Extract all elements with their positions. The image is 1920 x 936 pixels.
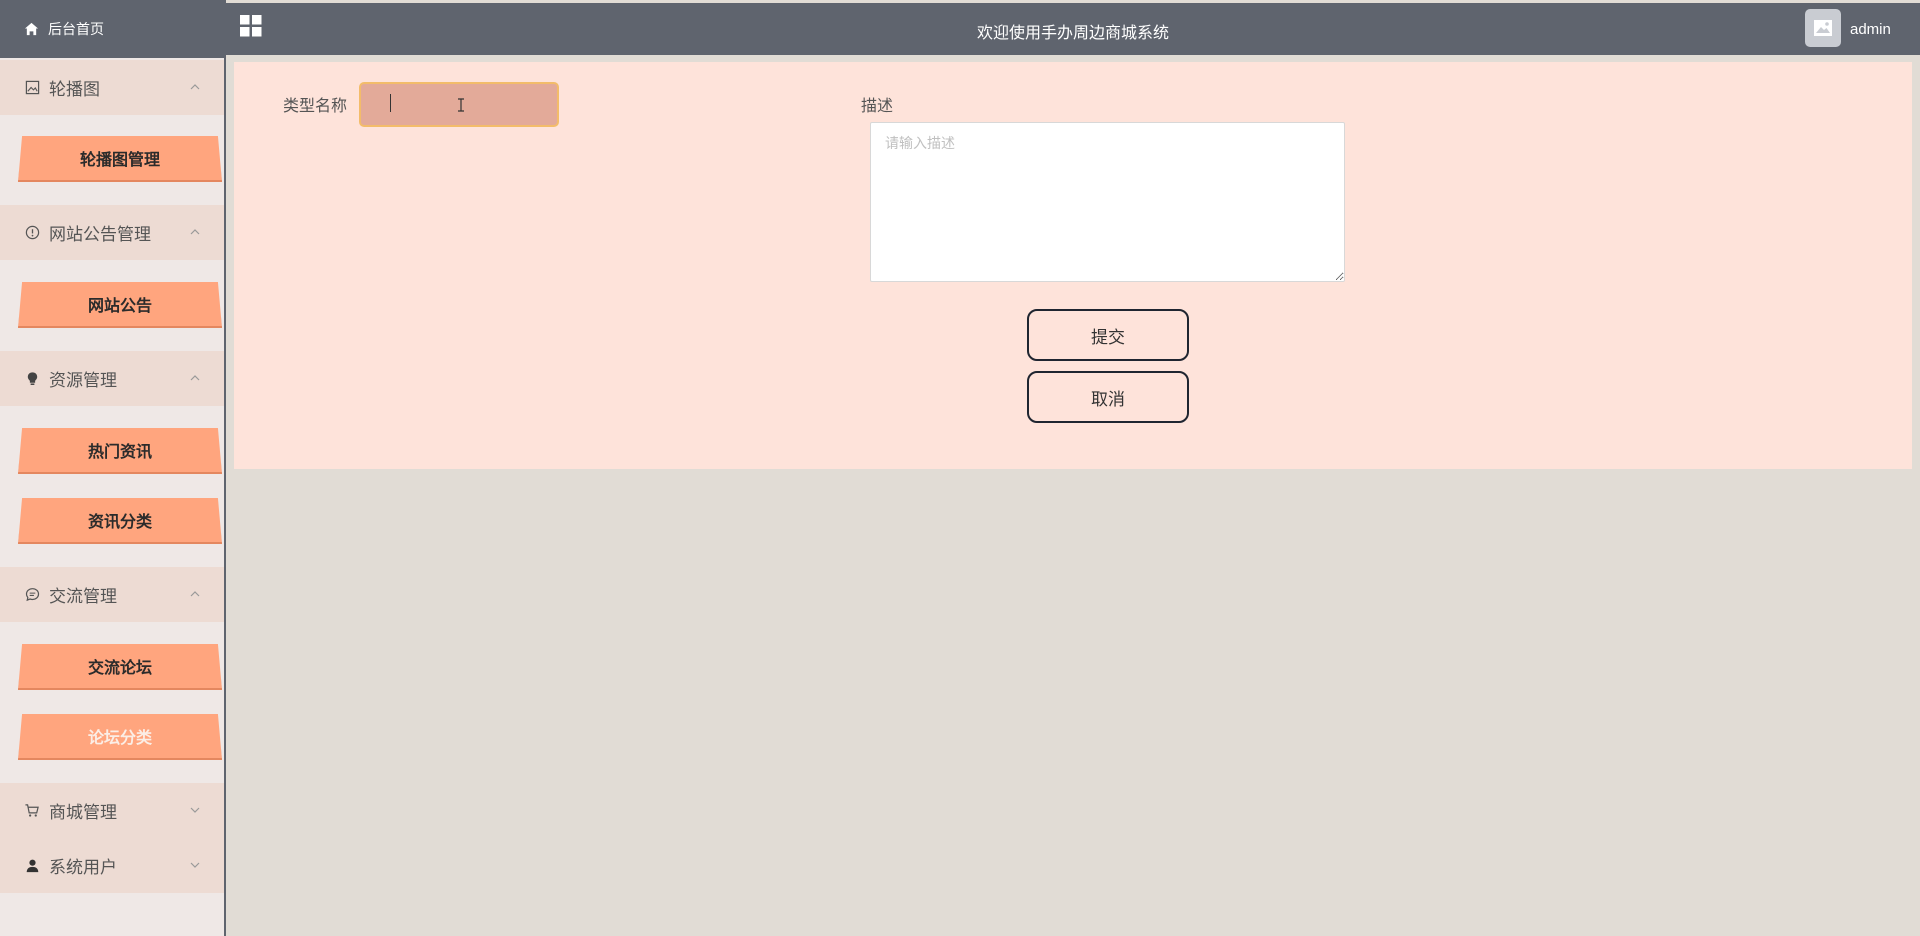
avatar[interactable] <box>1805 9 1841 47</box>
ibeam-cursor-icon <box>458 98 464 112</box>
sidebar-item-carousel-manage[interactable]: 轮播图管理 <box>18 136 222 182</box>
chevron-up-icon <box>190 84 200 90</box>
chevron-up-icon <box>190 375 200 381</box>
type-name-label: 类型名称 <box>283 98 348 115</box>
info-icon <box>24 225 40 241</box>
page-title: 欢迎使用手办周边商城系统 <box>976 25 1169 42</box>
chevron-down-icon <box>190 862 200 868</box>
sidebar-item-hot-news[interactable]: 热门资讯 <box>18 428 222 474</box>
sidebar-item-forum-category[interactable]: 论坛分类 <box>18 714 222 760</box>
image-icon <box>1814 20 1832 36</box>
sidebar-group-label: 商城管理 <box>49 803 117 822</box>
sidebar-group-mall[interactable]: 商城管理 <box>0 783 224 838</box>
sidebar-group-carousel[interactable]: 轮播图 <box>0 60 224 115</box>
text-caret <box>390 94 391 112</box>
chevron-down-icon <box>190 807 200 813</box>
sidebar-group-label: 网站公告管理 <box>49 225 151 244</box>
sidebar-group-resource[interactable]: 资源管理 <box>0 351 224 406</box>
chevron-up-icon <box>190 591 200 597</box>
sidebar-item-news-category[interactable]: 资讯分类 <box>18 498 222 544</box>
sidebar-group-label: 交流管理 <box>49 587 117 606</box>
user-icon <box>24 858 40 874</box>
sidebar-group-label: 系统用户 <box>49 858 117 877</box>
username[interactable]: admin <box>1850 21 1891 38</box>
form-panel: 类型名称 描述 提交 取消 <box>234 62 1912 469</box>
submit-button[interactable]: 提交 <box>1027 309 1189 361</box>
sidebar-home-link[interactable]: 后台首页 <box>0 0 224 58</box>
sidebar-group-exchange[interactable]: 交流管理 <box>0 567 224 622</box>
top-bar: 欢迎使用手办周边商城系统 admin <box>226 3 1920 55</box>
home-icon <box>24 22 39 36</box>
chevron-up-icon <box>190 229 200 235</box>
sidebar-group-label: 资源管理 <box>49 371 117 390</box>
sidebar-group-notice[interactable]: 网站公告管理 <box>0 205 224 260</box>
description-label: 描述 <box>861 98 894 115</box>
bulb-icon <box>24 371 40 387</box>
cart-icon <box>24 803 40 819</box>
sidebar-item-forum[interactable]: 交流论坛 <box>18 644 222 690</box>
description-textarea[interactable] <box>870 122 1345 282</box>
sidebar-group-label: 轮播图 <box>49 80 100 99</box>
chat-icon <box>24 587 40 603</box>
sidebar-item-notice[interactable]: 网站公告 <box>18 282 222 328</box>
cancel-button[interactable]: 取消 <box>1027 371 1189 423</box>
sidebar-group-system-user[interactable]: 系统用户 <box>0 838 224 893</box>
sidebar-home-label: 后台首页 <box>48 21 104 37</box>
sidebar: 后台首页 轮播图 轮播图管理 网站公告管理 网站公告 资源管理 热门资讯 资讯分… <box>0 0 226 936</box>
image-icon <box>24 80 40 96</box>
